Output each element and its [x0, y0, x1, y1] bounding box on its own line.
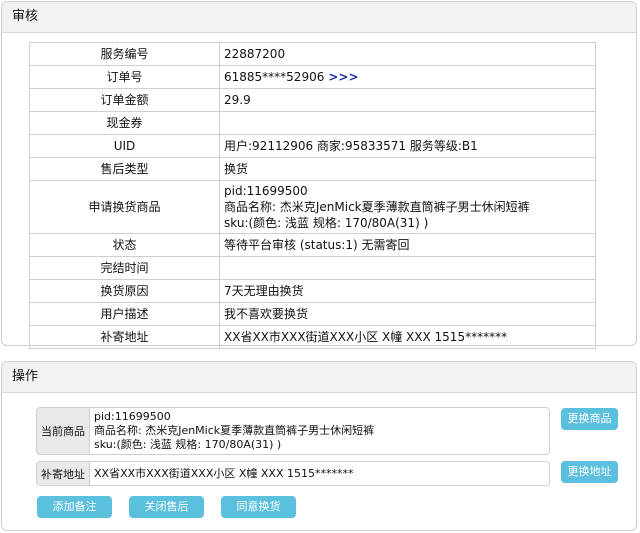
table-row: UID 用户:92112906 商家:95833571 服务等级:B1 [29, 134, 596, 158]
order-id-value: 61885****52906 [224, 70, 325, 84]
coupon-label: 现金券 [29, 111, 220, 135]
address-row: 补寄地址 XX省XX市XXX街道XXX小区 X幢 XXX 1515*******… [36, 461, 619, 486]
service-id-label: 服务编号 [29, 42, 220, 66]
operations-panel: 操作 当前商品 pid:11699500 商品名称: 杰米克JenMick夏季薄… [1, 361, 637, 531]
current-item-sku: sku:(颜色: 浅蓝 规格: 170/80A(31) ) [94, 438, 282, 451]
exchange-reason-label: 换货原因 [29, 279, 220, 303]
table-row: 售后类型 换货 [29, 157, 596, 181]
resend-address-label: 补寄地址 [29, 325, 220, 349]
status-label: 状态 [29, 233, 220, 257]
exchange-reason-value: 7天无理由换货 [219, 279, 596, 303]
current-item-row: 当前商品 pid:11699500 商品名称: 杰米克JenMick夏季薄款直筒… [36, 407, 619, 455]
order-id-cell: 61885****52906 >>> [219, 65, 596, 89]
aftersale-type-label: 售后类型 [29, 157, 220, 181]
exchange-item-sku: sku:(颜色: 浅蓝 规格: 170/80A(31) ) [224, 216, 429, 230]
approve-exchange-button[interactable]: 同意换货 [221, 496, 296, 518]
operations-panel-title: 操作 [2, 362, 636, 393]
user-description-label: 用户描述 [29, 302, 220, 326]
exchange-item-label: 申请换货商品 [29, 180, 220, 234]
aftersale-type-value: 换货 [219, 157, 596, 181]
table-row: 状态 等待平台审核 (status:1) 无需寄回 [29, 233, 596, 257]
resend-address-value: XX省XX市XXX街道XXX小区 X幢 XXX 1515******* [219, 325, 596, 349]
order-amount-label: 订单金额 [29, 88, 220, 112]
exchange-item-pid: pid:11699500 [224, 184, 308, 198]
review-panel-title: 审核 [2, 2, 636, 33]
finish-time-label: 完结时间 [29, 256, 220, 280]
table-row: 订单金额 29.9 [29, 88, 596, 112]
table-row: 订单号 61885****52906 >>> [29, 65, 596, 89]
table-row: 申请换货商品 pid:11699500 商品名称: 杰米克JenMick夏季薄款… [29, 180, 596, 234]
table-row: 换货原因 7天无理由换货 [29, 279, 596, 303]
uid-label: UID [29, 134, 220, 158]
address-label: 补寄地址 [36, 461, 90, 486]
current-item-box: pid:11699500 商品名称: 杰米克JenMick夏季薄款直筒裤子男士休… [89, 407, 550, 455]
table-row: 现金券 [29, 111, 596, 135]
review-info-table: 服务编号 22887200 订单号 61885****52906 >>> 订单金额… [29, 42, 596, 349]
user-description-value: 我不喜欢要换货 [219, 302, 596, 326]
order-amount-value: 29.9 [219, 88, 596, 112]
status-value: 等待平台审核 (status:1) 无需寄回 [219, 233, 596, 257]
current-item-label: 当前商品 [36, 407, 90, 455]
table-row: 用户描述 我不喜欢要换货 [29, 302, 596, 326]
coupon-value [219, 111, 596, 135]
review-panel: 审核 服务编号 22887200 订单号 61885****52906 >>> 订… [1, 1, 637, 349]
table-row: 服务编号 22887200 [29, 42, 596, 66]
close-aftersale-button[interactable]: 关闭售后 [129, 496, 204, 518]
table-row: 完结时间 [29, 256, 596, 280]
current-item-name: 商品名称: 杰米克JenMick夏季薄款直筒裤子男士休闲短裤 [94, 424, 375, 437]
uid-value: 用户:92112906 商家:95833571 服务等级:B1 [219, 134, 596, 158]
order-detail-link[interactable]: >>> [328, 70, 358, 84]
current-item-pid: pid:11699500 [94, 410, 171, 423]
change-address-button[interactable]: 更换地址 [561, 461, 618, 483]
exchange-item-name: 商品名称: 杰米克JenMick夏季薄款直筒裤子男士休闲短裤 [224, 200, 530, 214]
order-id-label: 订单号 [29, 65, 220, 89]
finish-time-value [219, 256, 596, 280]
service-id-value: 22887200 [219, 42, 596, 66]
exchange-item-value: pid:11699500 商品名称: 杰米克JenMick夏季薄款直筒裤子男士休… [219, 180, 596, 234]
add-note-button[interactable]: 添加备注 [37, 496, 112, 518]
change-item-button[interactable]: 更换商品 [561, 408, 618, 430]
table-row: 补寄地址 XX省XX市XXX街道XXX小区 X幢 XXX 1515******* [29, 325, 596, 349]
address-input[interactable]: XX省XX市XXX街道XXX小区 X幢 XXX 1515******* [89, 461, 550, 486]
